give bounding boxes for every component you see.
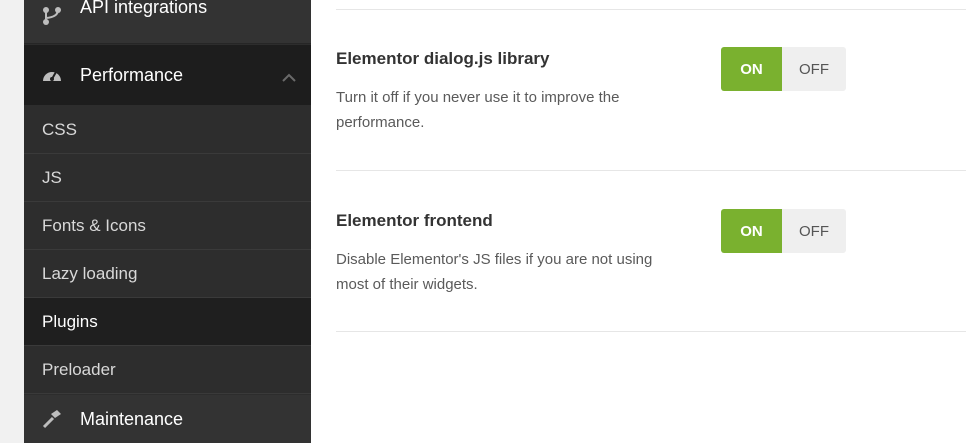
sidebar-subitem-preloader[interactable]: Preloader [24, 346, 311, 394]
option-title: Elementor dialog.js library [336, 49, 550, 68]
divider [336, 9, 966, 10]
sidebar-item-label: API integrations [80, 0, 208, 17]
frontend-toggle[interactable]: ON OFF [721, 209, 846, 253]
sidebar-item-api-integrations[interactable]: API integrations [24, 0, 311, 44]
option-description: Turn it off if you never use it to impro… [336, 89, 620, 131]
sidebar-item-label: Performance [80, 64, 184, 85]
branch-icon [24, 5, 80, 27]
option-description: Disable Elementor's JS files if you are … [336, 251, 653, 293]
sidebar-item-label: Maintenance [80, 408, 184, 429]
dialog-js-toggle[interactable]: ON OFF [721, 47, 846, 91]
sidebar-subitem-fonts-icons[interactable]: Fonts & Icons [24, 202, 311, 250]
divider [336, 331, 966, 332]
speedometer-icon [24, 66, 80, 84]
toggle-on-button[interactable]: ON [721, 209, 782, 253]
sidebar-subitem-lazy-loading[interactable]: Lazy loading [24, 250, 311, 298]
sidebar-subitem-js[interactable]: JS [24, 154, 311, 202]
toggle-off-button[interactable]: OFF [782, 209, 846, 253]
main-panel: Elementor dialog.js library Turn it off … [311, 0, 966, 443]
chevron-up-icon [281, 67, 297, 88]
toggle-off-button[interactable]: OFF [782, 47, 846, 91]
divider [336, 170, 966, 171]
toggle-on-button[interactable]: ON [721, 47, 782, 91]
option-title: Elementor frontend [336, 211, 493, 230]
sidebar-subitem-plugins[interactable]: Plugins [24, 298, 311, 346]
sidebar-subitem-css[interactable]: CSS [24, 106, 311, 154]
page-gutter [0, 0, 24, 443]
sidebar-item-maintenance[interactable]: Maintenance [24, 395, 311, 443]
sidebar: API integrations Performance CSS JS Font… [24, 0, 311, 443]
hammer-icon [24, 408, 80, 430]
sidebar-item-performance[interactable]: Performance [24, 45, 311, 105]
